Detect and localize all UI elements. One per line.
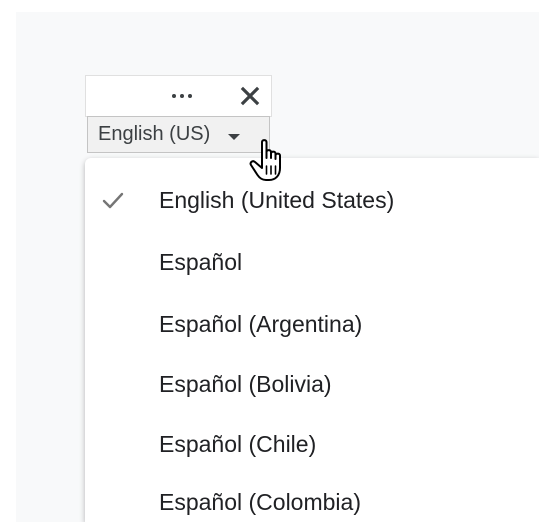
menu-item-espanol-chile[interactable]: Español (Chile) [85,414,539,474]
chevron-down-icon [228,133,241,140]
language-widget [85,75,272,117]
menu-item-english-united-states[interactable]: English (United States) [85,170,539,230]
check-icon [102,192,124,209]
close-icon[interactable] [236,84,264,108]
more-options-icon[interactable] [166,86,198,106]
menu-item-label: Español (Colombia) [159,488,361,515]
menu-item-label: English (United States) [159,186,395,213]
menu-item-espanol-argentina[interactable]: Español (Argentina) [85,294,539,354]
language-select[interactable]: English (US) [87,116,270,153]
menu-item-espanol-colombia[interactable]: Español (Colombia) [85,472,539,522]
menu-item-label: Español [159,248,243,275]
language-dropdown-menu: English (United States) Español Español … [85,158,539,522]
menu-item-espanol[interactable]: Español [85,232,539,292]
language-select-value: English (US) [98,123,211,145]
menu-item-espanol-bolivia[interactable]: Español (Bolivia) [85,354,539,414]
menu-item-label: Español (Argentina) [159,310,363,337]
widget-header [86,76,271,116]
menu-item-label: Español (Bolivia) [159,370,332,397]
hand-cursor-icon [249,139,281,181]
menu-item-label: Español (Chile) [159,430,317,457]
screen: English (US) English (United States) Esp… [0,0,539,522]
